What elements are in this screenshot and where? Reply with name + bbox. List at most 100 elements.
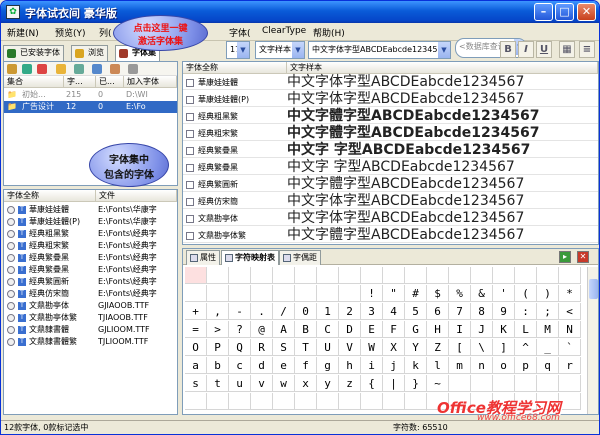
font-checkbox[interactable] bbox=[7, 290, 15, 298]
font-checkbox[interactable] bbox=[7, 266, 15, 274]
char-cell[interactable] bbox=[405, 267, 427, 284]
char-cell[interactable]: a bbox=[185, 357, 207, 374]
char-cell[interactable]: 3 bbox=[361, 303, 383, 320]
char-cell[interactable]: ` bbox=[559, 339, 581, 356]
maximize-button[interactable]: □ bbox=[555, 3, 574, 21]
char-cell[interactable]: 5 bbox=[405, 303, 427, 320]
char-cell[interactable]: y bbox=[317, 375, 339, 392]
char-cell[interactable] bbox=[317, 393, 339, 410]
options-button[interactable]: ≡ bbox=[579, 41, 595, 58]
char-cell[interactable]: # bbox=[405, 285, 427, 302]
char-cell[interactable] bbox=[537, 375, 559, 392]
char-cell[interactable] bbox=[295, 393, 317, 410]
char-scrollbar[interactable] bbox=[587, 267, 598, 414]
tab-browse[interactable]: 浏览 bbox=[71, 45, 108, 61]
set-row-initial[interactable]: 📁 初始... 215 0 D:\WI bbox=[4, 89, 177, 101]
sample-row[interactable]: 文鼎勘亭体繁 中文字體字型ABCDEabcde1234567 bbox=[183, 228, 598, 243]
sample-checkbox[interactable] bbox=[186, 181, 194, 189]
char-cell[interactable] bbox=[185, 285, 207, 302]
char-cell[interactable]: : bbox=[515, 303, 537, 320]
sample-checkbox[interactable] bbox=[186, 79, 194, 87]
char-cell[interactable]: & bbox=[471, 285, 493, 302]
char-cell[interactable] bbox=[383, 393, 405, 410]
sample-text-select[interactable]: 中文字体字型ABCDEabcde1234567 ▼ bbox=[308, 41, 451, 59]
set-row-ad-design[interactable]: 📁 广告设计 12 0 E:\Fo bbox=[4, 101, 177, 113]
set-col-name[interactable]: 集合 bbox=[4, 76, 64, 88]
char-cell[interactable] bbox=[493, 267, 515, 284]
char-cell[interactable]: A bbox=[273, 321, 295, 338]
char-cell[interactable] bbox=[251, 393, 273, 410]
font-checkbox[interactable] bbox=[7, 206, 15, 214]
sample-row[interactable]: 經典繁圓新 中文字體字型ABCDEabcde1234567 bbox=[183, 177, 598, 192]
font-size-select[interactable]: 17 ▼ bbox=[226, 41, 250, 59]
font-checkbox[interactable] bbox=[7, 338, 15, 346]
char-cell[interactable]: W bbox=[361, 339, 383, 356]
grid-col-fullname[interactable]: 字体全称 bbox=[183, 62, 287, 74]
search-input[interactable]: <数据库查询>▼ bbox=[455, 38, 527, 58]
char-cell[interactable]: Y bbox=[405, 339, 427, 356]
char-cell[interactable]: ( bbox=[515, 285, 537, 302]
char-cell[interactable] bbox=[383, 267, 405, 284]
char-cell[interactable]: > bbox=[207, 321, 229, 338]
char-cell[interactable]: q bbox=[537, 357, 559, 374]
char-cell[interactable]: k bbox=[405, 357, 427, 374]
char-cell[interactable]: 8 bbox=[471, 303, 493, 320]
font-checkbox[interactable] bbox=[7, 302, 15, 310]
edit-set-icon[interactable] bbox=[22, 64, 32, 74]
font-row[interactable]: T 經典仿宋簡 E:\Fonts\经典字 bbox=[4, 288, 177, 300]
char-cell[interactable] bbox=[317, 285, 339, 302]
char-cell[interactable]: , bbox=[207, 303, 229, 320]
char-cell[interactable]: _ bbox=[537, 339, 559, 356]
sample-kind-select[interactable]: 文字样本 ▼ bbox=[255, 41, 305, 59]
char-cell[interactable]: T bbox=[295, 339, 317, 356]
char-cell[interactable] bbox=[361, 267, 383, 284]
bold-button[interactable]: B bbox=[500, 41, 516, 58]
char-cell[interactable]: r bbox=[559, 357, 581, 374]
set-col-active[interactable]: 已... bbox=[96, 76, 124, 88]
char-cell[interactable]: p bbox=[515, 357, 537, 374]
char-cell[interactable] bbox=[449, 267, 471, 284]
char-cell[interactable]: 4 bbox=[383, 303, 405, 320]
font-row[interactable]: T 文鼎勘亭体 GJIAOOB.TTF bbox=[4, 300, 177, 312]
char-cell[interactable] bbox=[317, 267, 339, 284]
minimize-button[interactable]: – bbox=[534, 3, 553, 21]
font-row[interactable]: T 經典繁疊黑 E:\Fonts\经典字 bbox=[4, 264, 177, 276]
char-cell[interactable]: L bbox=[515, 321, 537, 338]
char-cell[interactable]: i bbox=[361, 357, 383, 374]
font-checkbox[interactable] bbox=[7, 242, 15, 250]
char-cell[interactable]: C bbox=[317, 321, 339, 338]
char-cell[interactable] bbox=[339, 285, 361, 302]
char-cell[interactable]: = bbox=[185, 321, 207, 338]
char-cell[interactable] bbox=[471, 375, 493, 392]
char-cell[interactable]: ! bbox=[361, 285, 383, 302]
char-cell[interactable]: 0 bbox=[295, 303, 317, 320]
char-cell[interactable]: < bbox=[559, 303, 581, 320]
char-cell[interactable]: B bbox=[295, 321, 317, 338]
tab-charmap[interactable]: 字符映射表 bbox=[221, 250, 279, 265]
font-checkbox[interactable] bbox=[7, 218, 15, 226]
char-cell[interactable]: j bbox=[383, 357, 405, 374]
char-cell[interactable]: \ bbox=[471, 339, 493, 356]
char-cell[interactable] bbox=[251, 285, 273, 302]
char-cell[interactable] bbox=[273, 267, 295, 284]
char-cell[interactable] bbox=[273, 285, 295, 302]
char-cell[interactable] bbox=[229, 393, 251, 410]
char-cell[interactable] bbox=[185, 393, 207, 410]
char-cell[interactable]: M bbox=[537, 321, 559, 338]
tab-kerning[interactable]: 字偶距 bbox=[279, 250, 321, 265]
char-cell[interactable]: m bbox=[449, 357, 471, 374]
tab-installed-fonts[interactable]: 已安装字体 bbox=[3, 45, 64, 61]
sample-checkbox[interactable] bbox=[186, 164, 194, 172]
char-cell[interactable] bbox=[273, 393, 295, 410]
char-cell[interactable]: ~ bbox=[427, 375, 449, 392]
char-cell[interactable]: - bbox=[229, 303, 251, 320]
char-cell[interactable]: Z bbox=[427, 339, 449, 356]
char-cell[interactable]: { bbox=[361, 375, 383, 392]
char-cell[interactable]: ^ bbox=[515, 339, 537, 356]
font-checkbox[interactable] bbox=[7, 326, 15, 334]
char-cell[interactable]: S bbox=[273, 339, 295, 356]
char-cell[interactable] bbox=[229, 267, 251, 284]
menu-new[interactable]: 新建(N) bbox=[7, 26, 39, 39]
char-cell[interactable]: 7 bbox=[449, 303, 471, 320]
char-cell[interactable] bbox=[559, 267, 581, 284]
